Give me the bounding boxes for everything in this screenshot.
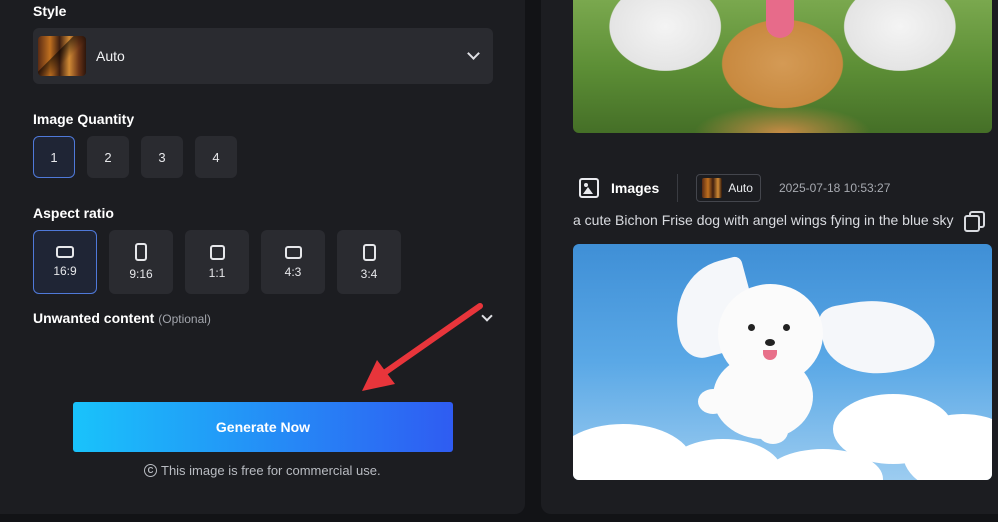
portrait-ratio-icon — [135, 243, 147, 261]
unwanted-content-toggle[interactable]: Unwanted content (Optional) — [33, 310, 211, 326]
divider — [677, 174, 679, 202]
generated-image-bichon-dog[interactable] — [573, 244, 992, 480]
result-timestamp: 2025-07-18 10:53:27 — [778, 181, 891, 195]
dog-nose — [765, 339, 775, 346]
chevron-down-icon — [467, 47, 480, 60]
style-tag-label: Auto — [728, 181, 753, 195]
dog-tongue — [766, 0, 794, 38]
ratio-label: 4:3 — [284, 264, 302, 279]
landscape-ratio-icon — [56, 246, 74, 258]
unwanted-content-label: Unwanted content — [33, 310, 155, 326]
dog-paw — [698, 389, 728, 414]
generated-image-golden-dog[interactable] — [573, 0, 992, 133]
ratio-option-16-9[interactable]: 16:9 — [33, 230, 97, 294]
ratio-label: 1:1 — [208, 265, 226, 280]
quantity-option-1[interactable]: 1 — [33, 136, 75, 178]
commercial-use-note: C This image is free for commercial use. — [144, 463, 381, 478]
square-ratio-icon — [209, 244, 225, 260]
generate-now-button[interactable]: Generate Now — [73, 402, 453, 452]
style-label: Style — [33, 3, 67, 19]
ratio-option-9-16[interactable]: 9:16 — [109, 230, 173, 294]
right-wing — [817, 290, 939, 383]
result-prompt: a cute Bichon Frise dog with angel wings… — [573, 212, 954, 228]
ratio-label: 9:16 — [129, 267, 153, 281]
generation-settings-panel: Style Auto Image Quantity 1 2 3 4 Aspect… — [0, 0, 525, 514]
ratio-option-3-4[interactable]: 3:4 — [337, 230, 401, 294]
optional-hint: (Optional) — [158, 312, 211, 326]
style-dropdown[interactable]: Auto — [33, 28, 493, 84]
quantity-option-4[interactable]: 4 — [195, 136, 237, 178]
style-value: Auto — [96, 48, 125, 64]
image-icon — [579, 178, 599, 198]
style-thumbnail — [38, 36, 86, 76]
ratio-option-1-1[interactable]: 1:1 — [185, 230, 249, 294]
dog-paw — [758, 419, 788, 444]
commercial-use-text: This image is free for commercial use. — [161, 463, 381, 478]
dog-eye — [783, 324, 790, 331]
style-thumbnail — [702, 178, 723, 198]
result-type-label: Images — [611, 180, 660, 196]
copy-icon[interactable] — [963, 210, 985, 232]
result-header: Images Auto 2025-07-18 10:53:27 — [573, 172, 890, 204]
annotation-arrow-icon — [362, 303, 483, 391]
dog-eye — [748, 324, 755, 331]
ratio-option-4-3[interactable]: 4:3 — [261, 230, 325, 294]
quantity-option-2[interactable]: 2 — [87, 136, 129, 178]
results-panel: Images Auto 2025-07-18 10:53:27 a cute B… — [541, 0, 998, 514]
landscape-ratio-icon — [284, 245, 302, 259]
ratio-label: 16:9 — [53, 264, 77, 278]
aspect-ratio-label: Aspect ratio — [33, 205, 114, 221]
portrait-ratio-icon — [362, 243, 376, 261]
style-tag: Auto — [696, 174, 761, 202]
quantity-option-3[interactable]: 3 — [141, 136, 183, 178]
image-quantity-label: Image Quantity — [33, 111, 135, 127]
copyright-icon: C — [144, 464, 157, 477]
ratio-label: 3:4 — [360, 266, 378, 281]
